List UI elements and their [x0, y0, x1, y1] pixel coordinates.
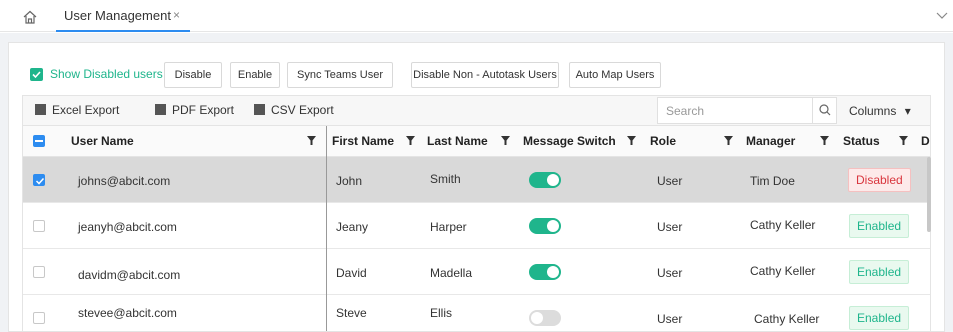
table-row[interactable]: johns@abcit.com John Smith User Tim Doe …	[23, 157, 930, 203]
search-icon	[819, 104, 831, 116]
table-header: User Name First Name Last Name Message S…	[23, 126, 930, 157]
excel-export-button[interactable]: Excel Export	[35, 103, 119, 117]
excel-icon	[35, 104, 46, 115]
row-checkbox[interactable]	[33, 312, 45, 324]
filter-icon[interactable]	[724, 136, 733, 145]
filter-icon[interactable]	[899, 136, 908, 145]
header-manager[interactable]: Manager	[746, 134, 795, 148]
cell-user-name: jeanyh@abcit.com	[78, 220, 177, 234]
cell-manager: Cathy Keller	[750, 264, 816, 278]
cell-first-name: David	[336, 266, 367, 280]
status-badge: Enabled	[849, 214, 910, 238]
filter-icon[interactable]	[627, 136, 636, 145]
table-row[interactable]: jeanyh@abcit.com Jeany Harper User Cathy…	[23, 203, 930, 249]
select-all-checkbox[interactable]	[33, 135, 45, 147]
cell-role: User	[657, 220, 683, 234]
home-icon[interactable]	[22, 9, 38, 25]
header-overflow-column[interactable]: D	[921, 134, 930, 148]
cell-last-name: Harper	[430, 220, 467, 234]
cell-last-name: Ellis	[430, 306, 453, 320]
header-role[interactable]: Role	[650, 134, 676, 148]
frozen-column-divider	[326, 126, 327, 331]
close-icon[interactable]: ×	[173, 8, 180, 22]
status-badge: Disabled	[848, 168, 911, 192]
tab-bar: User Management ×	[0, 0, 953, 32]
users-table: User Name First Name Last Name Message S…	[22, 125, 931, 332]
show-disabled-label[interactable]: Show Disabled users	[50, 67, 163, 81]
cell-user-name: johns@abcit.com	[78, 174, 171, 188]
filter-icon[interactable]	[307, 136, 316, 145]
header-last-name[interactable]: Last Name	[427, 134, 488, 148]
filter-icon[interactable]	[820, 136, 829, 145]
cell-manager: Cathy Keller	[754, 312, 820, 326]
cell-role: User	[657, 174, 683, 188]
excel-export-label: Excel Export	[52, 103, 120, 117]
cell-first-name: Steve	[336, 306, 367, 320]
row-checkbox[interactable]	[33, 266, 45, 278]
search-placeholder: Search	[666, 104, 705, 118]
header-message-switch[interactable]: Message Switch	[523, 134, 616, 148]
tab-label: User Management	[64, 8, 171, 23]
columns-dropdown[interactable]: Columns ▾	[849, 104, 911, 118]
pdf-icon	[155, 104, 166, 115]
show-disabled-checkbox[interactable]	[30, 68, 43, 81]
caret-down-icon: ▾	[904, 104, 911, 118]
check-icon	[35, 177, 45, 185]
toggle-knob	[547, 220, 559, 232]
disable-non-autotask-users-button[interactable]: Disable Non - Autotask Users	[411, 62, 559, 88]
pdf-export-label: PDF Export	[172, 103, 235, 117]
action-toolbar: Show Disabled users Disable Enable Sync …	[30, 62, 730, 88]
cell-role: User	[657, 266, 683, 280]
status-badge: Enabled	[849, 306, 910, 330]
table-row[interactable]: stevee@abcit.com Steve Ellis User Cathy …	[23, 295, 930, 331]
cell-user-name: stevee@abcit.com	[78, 306, 177, 320]
row-checkbox[interactable]	[33, 174, 45, 186]
csv-export-button[interactable]: CSV Export	[254, 103, 334, 117]
cell-last-name: Smith	[430, 172, 461, 186]
filter-icon[interactable]	[406, 136, 415, 145]
row-checkbox[interactable]	[33, 220, 45, 232]
enable-button[interactable]: Enable	[230, 62, 280, 88]
message-switch-toggle[interactable]	[529, 310, 561, 326]
sync-teams-user-button[interactable]: Sync Teams User	[287, 62, 393, 88]
auto-map-users-button[interactable]: Auto Map Users	[569, 62, 661, 88]
cell-user-name: davidm@abcit.com	[78, 268, 181, 282]
header-first-name[interactable]: First Name	[332, 134, 394, 148]
header-status[interactable]: Status	[843, 134, 880, 148]
disable-button[interactable]: Disable	[164, 62, 222, 88]
search-button[interactable]	[812, 98, 836, 123]
check-icon	[32, 71, 41, 79]
status-badge: Enabled	[849, 260, 910, 284]
toggle-knob	[547, 174, 559, 186]
cell-manager: Cathy Keller	[750, 218, 816, 232]
toggle-knob	[531, 312, 543, 324]
cell-manager: Tim Doe	[750, 174, 795, 188]
search-input[interactable]: Search	[657, 97, 837, 124]
table-scrollbar[interactable]	[927, 157, 931, 232]
filter-icon[interactable]	[501, 136, 510, 145]
csv-export-label: CSV Export	[271, 103, 334, 117]
grid-toolbar: Excel Export PDF Export CSV Export Searc…	[22, 95, 931, 125]
tab-user-management[interactable]: User Management ×	[56, 4, 190, 32]
cell-last-name: Madella	[430, 266, 473, 280]
header-user-name[interactable]: User Name	[71, 134, 134, 148]
message-switch-toggle[interactable]	[529, 264, 561, 280]
message-switch-toggle[interactable]	[529, 218, 561, 234]
cell-first-name: John	[336, 174, 363, 188]
cell-first-name: Jeany	[336, 220, 369, 234]
table-row[interactable]: davidm@abcit.com David Madella User Cath…	[23, 249, 930, 295]
chevron-down-icon[interactable]	[935, 8, 949, 22]
message-switch-toggle[interactable]	[529, 172, 561, 188]
csv-icon	[254, 104, 265, 115]
pdf-export-button[interactable]: PDF Export	[155, 103, 234, 117]
toggle-knob	[547, 266, 559, 278]
cell-role: User	[657, 312, 683, 326]
columns-label: Columns	[849, 104, 897, 118]
